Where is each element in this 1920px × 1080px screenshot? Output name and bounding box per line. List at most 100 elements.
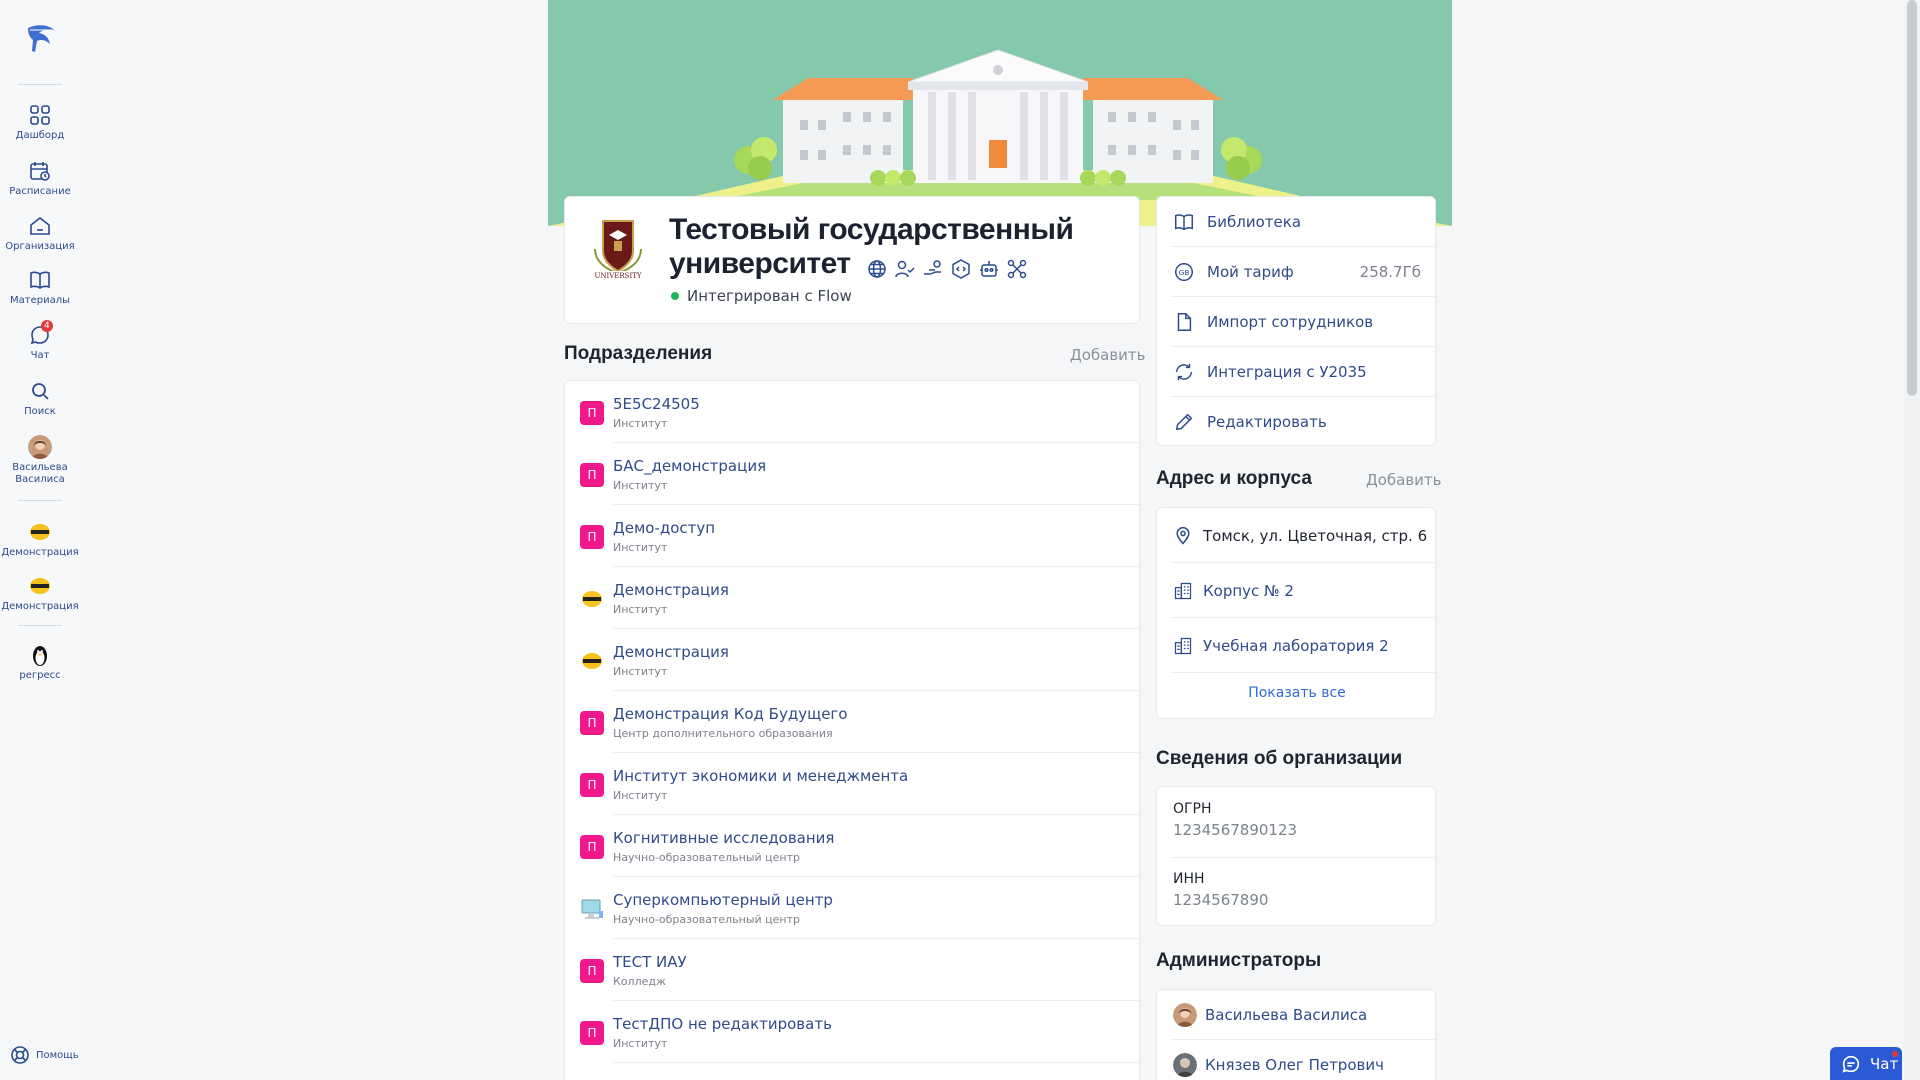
building-row[interactable]: Корпус № 2 bbox=[1157, 563, 1437, 618]
department-type: Институт bbox=[613, 541, 668, 554]
list-item[interactable]: Демонстрация Институт bbox=[565, 629, 1139, 691]
chat-badge: 4 bbox=[41, 320, 53, 332]
sidebar-divider bbox=[18, 84, 62, 85]
edit-link[interactable]: Редактировать bbox=[1157, 397, 1437, 447]
sidebar-item-label: Организация bbox=[5, 241, 75, 252]
sidebar-item-label: Чат bbox=[30, 350, 50, 361]
book-icon bbox=[1175, 214, 1193, 231]
admin-item[interactable]: Князев Олег Петрович bbox=[1157, 1040, 1437, 1080]
penguin-icon bbox=[28, 643, 52, 667]
grid-icon bbox=[30, 105, 50, 125]
department-name[interactable]: Демонстрация bbox=[613, 643, 729, 661]
add-department-button[interactable]: Добавить bbox=[1070, 346, 1146, 364]
sidebar-org-demo-1[interactable]: Демонстрация bbox=[0, 520, 80, 559]
user-check-icon[interactable] bbox=[894, 254, 916, 278]
import-employees-link[interactable]: Импорт сотрудников bbox=[1157, 297, 1437, 347]
sidebar-org-regress[interactable]: регресс bbox=[0, 643, 80, 682]
scrollbar[interactable] bbox=[1904, 0, 1920, 1080]
university-logo: UNIVERSITY bbox=[591, 220, 645, 280]
ogrn-field: ОГРН 1234567890123 bbox=[1173, 801, 1423, 839]
department-name[interactable]: Институт экономики и менеджмента bbox=[613, 767, 908, 785]
sidebar-divider bbox=[18, 500, 62, 501]
org-logo-icon bbox=[30, 524, 50, 540]
action-label: Интеграция с У2035 bbox=[1207, 363, 1367, 381]
calendar-clock-icon bbox=[30, 162, 50, 181]
department-type: Центр дополнительного образования bbox=[613, 727, 833, 740]
sidebar-item-chat[interactable]: 4 Чат bbox=[0, 320, 80, 362]
list-item[interactable]: П ТЕСТ ИАУ Колледж bbox=[565, 939, 1139, 1001]
department-name[interactable]: Демонстрация Код Будущего bbox=[613, 705, 848, 723]
department-icon: П bbox=[580, 463, 604, 487]
capability-icons bbox=[866, 254, 1028, 279]
sidebar: Дашборд Расписание Организация Материалы… bbox=[0, 0, 80, 1080]
department-type: Научно-образовательный центр bbox=[613, 913, 800, 926]
department-icon: П bbox=[580, 711, 604, 735]
sidebar-item-search[interactable]: Поиск bbox=[0, 379, 80, 418]
svg-text:UNIVERSITY: UNIVERSITY bbox=[594, 272, 641, 280]
sidebar-item-materials[interactable]: Материалы bbox=[0, 268, 80, 307]
sidebar-item-dashboard[interactable]: Дашборд bbox=[0, 103, 80, 142]
action-label: Мой тариф bbox=[1207, 263, 1294, 281]
add-address-button[interactable]: Добавить bbox=[1366, 471, 1442, 489]
help-link[interactable]: Помощь bbox=[10, 1045, 79, 1065]
robot-icon[interactable] bbox=[978, 254, 1000, 277]
department-type: Институт bbox=[613, 1037, 668, 1050]
admin-item[interactable]: Васильева Василиса bbox=[1157, 990, 1437, 1040]
department-name[interactable]: Когнитивные исследования bbox=[613, 829, 834, 847]
university-building-illustration bbox=[548, 49, 1452, 226]
chat-widget-button[interactable]: Чат bbox=[1830, 1047, 1902, 1080]
chat-widget-label: Чат bbox=[1870, 1054, 1899, 1073]
map-pin-icon bbox=[1176, 526, 1190, 545]
department-name[interactable]: 5E5C24505 bbox=[613, 395, 700, 413]
admins-card: Васильева Василиса Князев Олег Петрович bbox=[1156, 989, 1437, 1080]
sidebar-item-organization[interactable]: Организация bbox=[0, 214, 80, 253]
list-item[interactable]: П Когнитивные исследования Научно-образо… bbox=[565, 815, 1139, 877]
sidebar-item-profile[interactable]: Васильева Василиса bbox=[0, 435, 80, 486]
tariff-link[interactable]: GB Мой тариф 258.7Гб bbox=[1157, 247, 1437, 297]
chat-icon bbox=[1842, 1055, 1860, 1073]
page-title: Тестовый государственный университет bbox=[669, 213, 1109, 281]
code-icon[interactable] bbox=[950, 254, 972, 279]
integration-u2035-link[interactable]: Интеграция с У2035 bbox=[1157, 347, 1437, 397]
computer-icon bbox=[581, 899, 603, 919]
department-type: Институт bbox=[613, 789, 668, 802]
list-item[interactable]: Демонстрация Институт bbox=[565, 567, 1139, 629]
sidebar-item-schedule[interactable]: Расписание bbox=[0, 159, 80, 198]
departments-heading: Подразделения bbox=[564, 343, 713, 364]
list-item[interactable]: П БАС_демонстрация Институт bbox=[565, 443, 1139, 505]
globe-icon[interactable] bbox=[866, 254, 888, 278]
address-card: Томск, ул. Цветочная, стр. 6 Корпус № 2 … bbox=[1156, 507, 1437, 719]
scrollbar-thumb[interactable] bbox=[1907, 0, 1917, 396]
svg-text:GB: GB bbox=[1179, 268, 1190, 277]
action-label: Библиотека bbox=[1207, 213, 1302, 231]
integration-label: Интегрирован с Flow bbox=[687, 287, 852, 305]
hand-icon[interactable] bbox=[922, 254, 944, 276]
department-name[interactable]: ТЕСТ ИАУ bbox=[613, 953, 687, 971]
network-icon[interactable] bbox=[1006, 254, 1028, 279]
department-name[interactable]: Суперкомпьютерный центр bbox=[613, 891, 833, 909]
sidebar-item-label: Дашборд bbox=[15, 130, 65, 141]
department-name[interactable]: Демонстрация bbox=[613, 581, 729, 599]
list-item[interactable]: Суперкомпьютерный центр Научно-образоват… bbox=[565, 877, 1139, 939]
department-name[interactable]: БАС_демонстрация bbox=[613, 457, 766, 475]
show-all-button[interactable]: Показать все bbox=[1157, 685, 1437, 701]
list-item[interactable]: П ТестДПО не редактировать Институт bbox=[565, 1001, 1139, 1063]
notification-dot bbox=[1892, 1051, 1898, 1057]
avatar bbox=[28, 435, 52, 459]
organization-info-card: ОГРН 1234567890123 ИНН 1234567890 bbox=[1156, 786, 1436, 926]
list-item[interactable]: П Институт экономики и менеджмента Инсти… bbox=[565, 753, 1139, 815]
building-name: Учебная лаборатория 2 bbox=[1203, 636, 1389, 655]
department-name[interactable]: Демо-доступ bbox=[613, 519, 715, 537]
app-logo-icon[interactable] bbox=[22, 20, 58, 56]
sync-icon bbox=[1175, 363, 1193, 381]
department-icon: П bbox=[580, 959, 604, 983]
building-icon bbox=[1174, 637, 1192, 654]
list-item[interactable]: П Демо-доступ Институт bbox=[565, 505, 1139, 567]
sidebar-org-demo-2[interactable]: Демонстрация bbox=[0, 574, 80, 613]
library-link[interactable]: Библиотека bbox=[1157, 197, 1437, 247]
departments-list: П 5E5C24505 Институт П БАС_демонстрация … bbox=[564, 380, 1140, 1080]
list-item[interactable]: П 5E5C24505 Институт bbox=[565, 381, 1139, 443]
department-name[interactable]: ТестДПО не редактировать bbox=[613, 1015, 832, 1033]
list-item[interactable]: П Демонстрация Код Будущего Центр дополн… bbox=[565, 691, 1139, 753]
building-row[interactable]: Учебная лаборатория 2 bbox=[1157, 618, 1437, 673]
